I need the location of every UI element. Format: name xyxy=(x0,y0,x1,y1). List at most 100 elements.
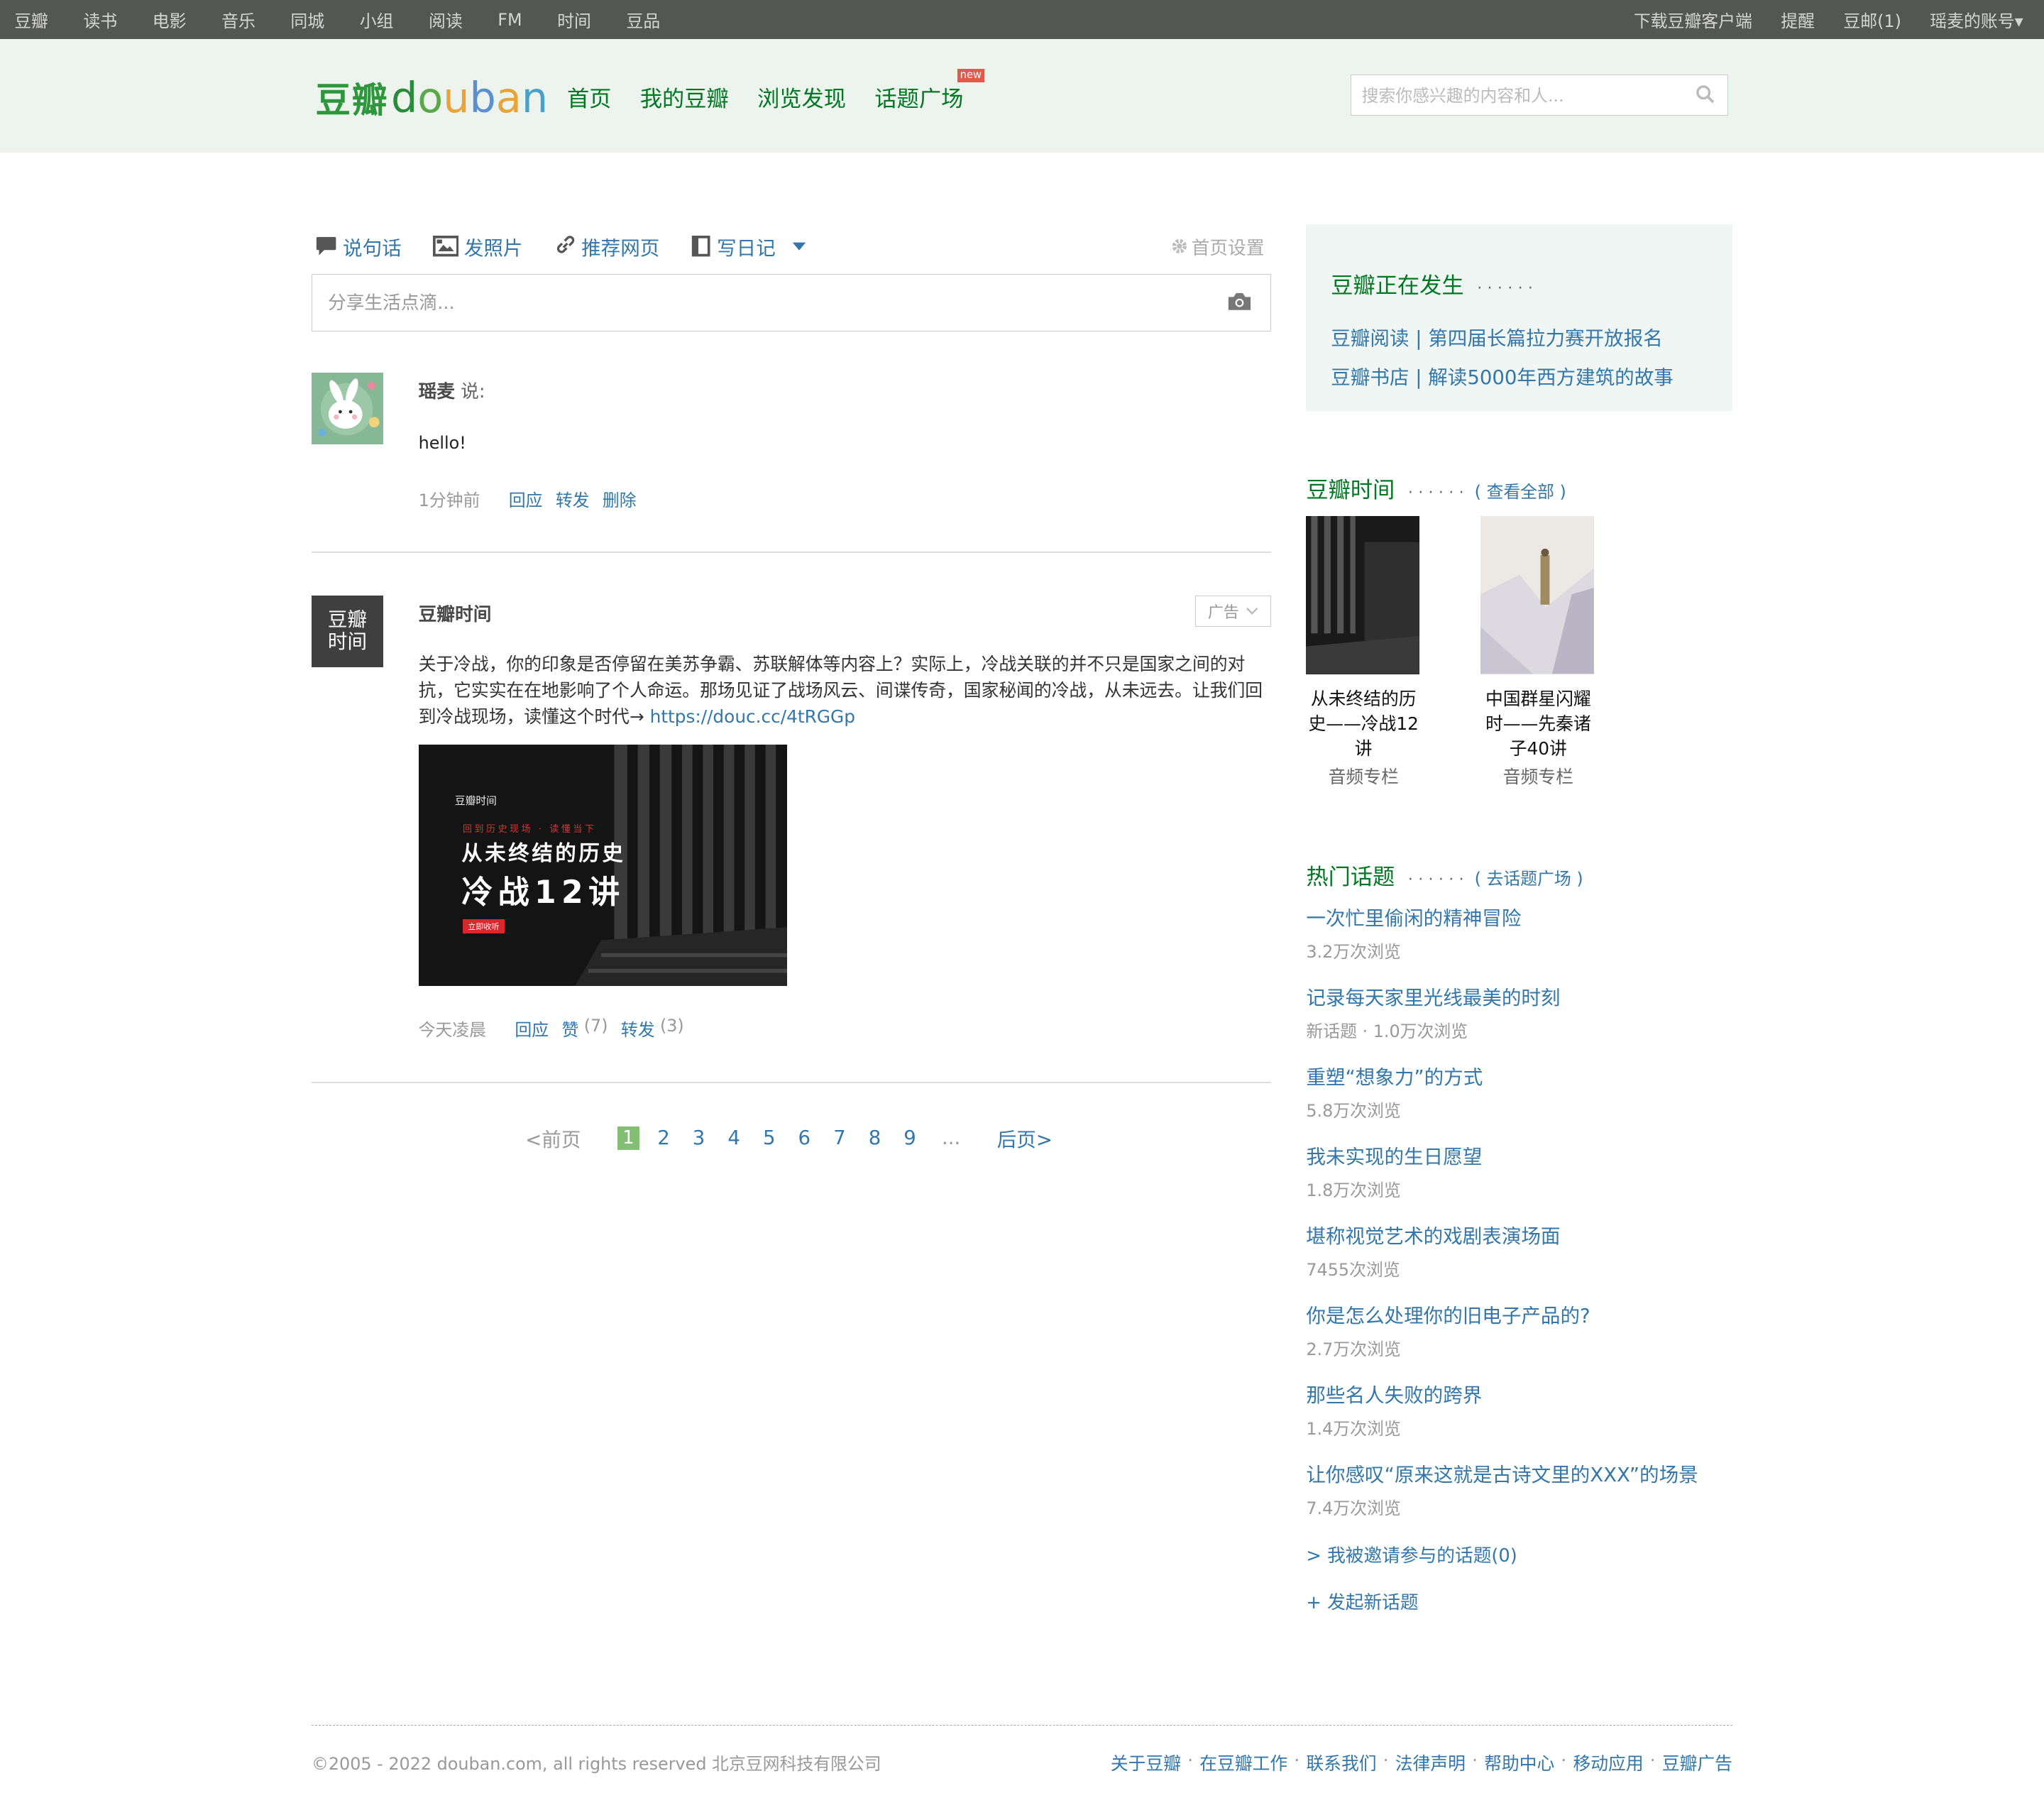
topic-meta: 1.4万次浏览 xyxy=(1306,1418,1401,1439)
happening-link-2[interactable]: 豆瓣书店 | 解读5000年西方建筑的故事 xyxy=(1331,361,1674,390)
page-6[interactable]: 6 xyxy=(793,1126,815,1149)
ad-link[interactable]: https://douc.cc/4tRGGp xyxy=(650,706,855,727)
topic-title[interactable]: 一次忙里偷闲的精神冒险 xyxy=(1306,902,1521,931)
hot-topics-more[interactable]: ( 去话题广场 ) xyxy=(1475,869,1583,889)
ad-image-title-1: 从未终结的历史 xyxy=(461,841,626,866)
page-3[interactable]: 3 xyxy=(688,1126,710,1149)
download-app-link[interactable]: 下载豆瓣客户端 xyxy=(1634,7,1752,32)
said-label: 说: xyxy=(461,380,485,402)
douban-time-dots: ······ xyxy=(1407,483,1469,502)
reply-link[interactable]: 回应 xyxy=(515,1016,549,1041)
global-nav-movie[interactable]: 电影 xyxy=(153,7,187,32)
new-topic-link[interactable]: + 发起新话题 xyxy=(1306,1588,1418,1614)
page-4[interactable]: 4 xyxy=(723,1126,745,1149)
page-9[interactable]: 9 xyxy=(899,1126,921,1149)
avatar[interactable] xyxy=(311,373,383,445)
search-icon[interactable] xyxy=(1696,84,1715,104)
footer-sep: · xyxy=(1294,1749,1300,1770)
happening-link-1[interactable]: 豆瓣阅读 | 第四届长篇拉力赛开放报名 xyxy=(1331,322,1663,351)
global-nav-time[interactable]: 时间 xyxy=(557,7,591,32)
ad-menu-button[interactable]: 广告 xyxy=(1195,596,1271,627)
footer-contact[interactable]: 联系我们 xyxy=(1306,1750,1376,1775)
doumail-link[interactable]: 豆邮(1) xyxy=(1843,7,1901,32)
topic-title[interactable]: 那些名人失败的跨界 xyxy=(1306,1379,1482,1408)
nav-my-douban[interactable]: 我的豆瓣 xyxy=(640,81,729,113)
author-name[interactable]: 豆瓣时间 xyxy=(419,604,492,625)
forward-link[interactable]: 转发 xyxy=(556,486,590,511)
footer-sep: · xyxy=(1383,1749,1389,1770)
forward-link[interactable]: 转发 xyxy=(621,1016,655,1041)
page-7[interactable]: 7 xyxy=(828,1126,850,1149)
topic-title[interactable]: 堪称视觉艺术的戏剧表演场面 xyxy=(1306,1220,1560,1249)
topic-title[interactable]: 重塑“想象力”的方式 xyxy=(1306,1061,1483,1090)
page-1: 1 xyxy=(617,1126,640,1150)
delete-link[interactable]: 删除 xyxy=(603,486,637,511)
author-name[interactable]: 瑶麦 xyxy=(419,381,455,402)
status-item-ad: 豆瓣 时间 豆瓣时间 广告 关于冷战，你的印象是否停留在美苏争霸、苏联解体等内容… xyxy=(311,596,1271,1052)
notifications-link[interactable]: 提醒 xyxy=(1781,7,1815,32)
book-title-2[interactable]: 中国群星闪耀时——先秦诸子40讲 xyxy=(1480,687,1595,762)
book-type-1: 音频专栏 xyxy=(1328,767,1399,788)
nav-topics[interactable]: 话题广场 new xyxy=(874,69,991,113)
douban-time-title: 豆瓣时间 xyxy=(1306,477,1395,503)
global-nav-music[interactable]: 音乐 xyxy=(221,7,256,32)
camera-icon[interactable] xyxy=(1227,292,1252,312)
nav-explore[interactable]: 浏览发现 xyxy=(757,81,846,113)
global-nav-book[interactable]: 读书 xyxy=(84,7,118,32)
footer-about[interactable]: 关于豆瓣 xyxy=(1111,1750,1181,1775)
global-nav-location[interactable]: 同城 xyxy=(290,7,324,32)
footer-mobile[interactable]: 移动应用 xyxy=(1573,1750,1643,1775)
next-page[interactable]: 后页> xyxy=(997,1124,1053,1152)
footer-legal[interactable]: 法律声明 xyxy=(1395,1750,1466,1775)
book-cover-cold-war[interactable] xyxy=(1306,516,1420,674)
global-nav-read[interactable]: 阅读 xyxy=(429,7,463,32)
page-8[interactable]: 8 xyxy=(864,1126,886,1149)
status-time[interactable]: 今天凌晨 xyxy=(419,1016,486,1041)
douban-logo[interactable]: 豆瓣 douban xyxy=(315,72,548,123)
global-nav-market[interactable]: 豆品 xyxy=(626,7,660,32)
search-input[interactable] xyxy=(1358,76,1677,116)
douban-time-more[interactable]: ( 查看全部 ) xyxy=(1475,482,1566,502)
happening-box: 豆瓣正在发生 ······ 豆瓣阅读 | 第四届长篇拉力赛开放报名 豆瓣书店 |… xyxy=(1306,224,1732,411)
global-nav-douban[interactable]: 豆瓣 xyxy=(14,7,48,32)
chevron-down-icon xyxy=(1246,607,1258,615)
page-5[interactable]: 5 xyxy=(758,1126,780,1149)
share-input[interactable] xyxy=(325,277,1191,329)
tab-say[interactable]: 说句话 xyxy=(315,232,402,261)
global-nav-fm[interactable]: FM xyxy=(498,10,522,30)
bunny-avatar-image xyxy=(311,373,383,445)
account-menu[interactable]: 瑶麦的账号▾ xyxy=(1930,7,2023,32)
reply-link[interactable]: 回应 xyxy=(509,486,543,511)
page-2[interactable]: 2 xyxy=(652,1126,674,1149)
avatar[interactable]: 豆瓣 时间 xyxy=(311,596,383,668)
footer-ads[interactable]: 豆瓣广告 xyxy=(1662,1750,1732,1775)
book-title-1[interactable]: 从未终结的历史——冷战12讲 xyxy=(1306,687,1421,762)
footer-jobs[interactable]: 在豆瓣工作 xyxy=(1199,1750,1287,1775)
like-link[interactable]: 赞 xyxy=(562,1016,579,1041)
hot-topics-dots: ······ xyxy=(1407,871,1469,889)
nav-home[interactable]: 首页 xyxy=(567,81,611,113)
douban-time-header: 豆瓣时间 ······ ( 查看全部 ) xyxy=(1306,472,1566,504)
status-item: 瑶麦 说: hello! 1分钟前 回应 转发 删除 xyxy=(311,373,1271,529)
home-settings[interactable]: 首页设置 xyxy=(1170,234,1265,260)
caret-down-icon[interactable] xyxy=(791,240,807,253)
status-time[interactable]: 1分钟前 xyxy=(419,486,480,511)
topic-title[interactable]: 记录每天家里光线最美的时刻 xyxy=(1306,982,1560,1010)
global-nav-group[interactable]: 小组 xyxy=(360,7,394,32)
tab-share-link[interactable]: 推荐网页 xyxy=(554,232,659,261)
hot-topics-title: 热门话题 xyxy=(1306,865,1395,891)
invited-topics-link[interactable]: > 我被邀请参与的话题(0) xyxy=(1306,1541,1517,1567)
ad-image[interactable]: 豆瓣时间 回到历史现场 · 读懂当下 从未终结的历史 冷战12讲 立即收听 xyxy=(418,744,788,986)
book-item-1: 从未终结的历史——冷战12讲 音频专栏 xyxy=(1306,687,1421,790)
tab-photo[interactable]: 发照片 xyxy=(432,232,522,261)
topic-title[interactable]: 你是怎么处理你的旧电子产品的? xyxy=(1306,1300,1590,1328)
topic-title[interactable]: 我未实现的生日愿望 xyxy=(1306,1141,1482,1169)
footer-divider xyxy=(311,1724,1732,1726)
book-cover-pre-qin[interactable] xyxy=(1480,516,1595,674)
status-author: 豆瓣时间 xyxy=(419,600,492,626)
topic-title[interactable]: 让你感叹“原来这就是古诗文里的XXX”的场景 xyxy=(1306,1459,1698,1487)
happening-header: 豆瓣正在发生 ······ xyxy=(1331,268,1538,300)
tab-diary[interactable]: 写日记 xyxy=(691,232,812,261)
footer-help[interactable]: 帮助中心 xyxy=(1484,1750,1554,1775)
status-author: 瑶麦 说: xyxy=(419,377,485,403)
